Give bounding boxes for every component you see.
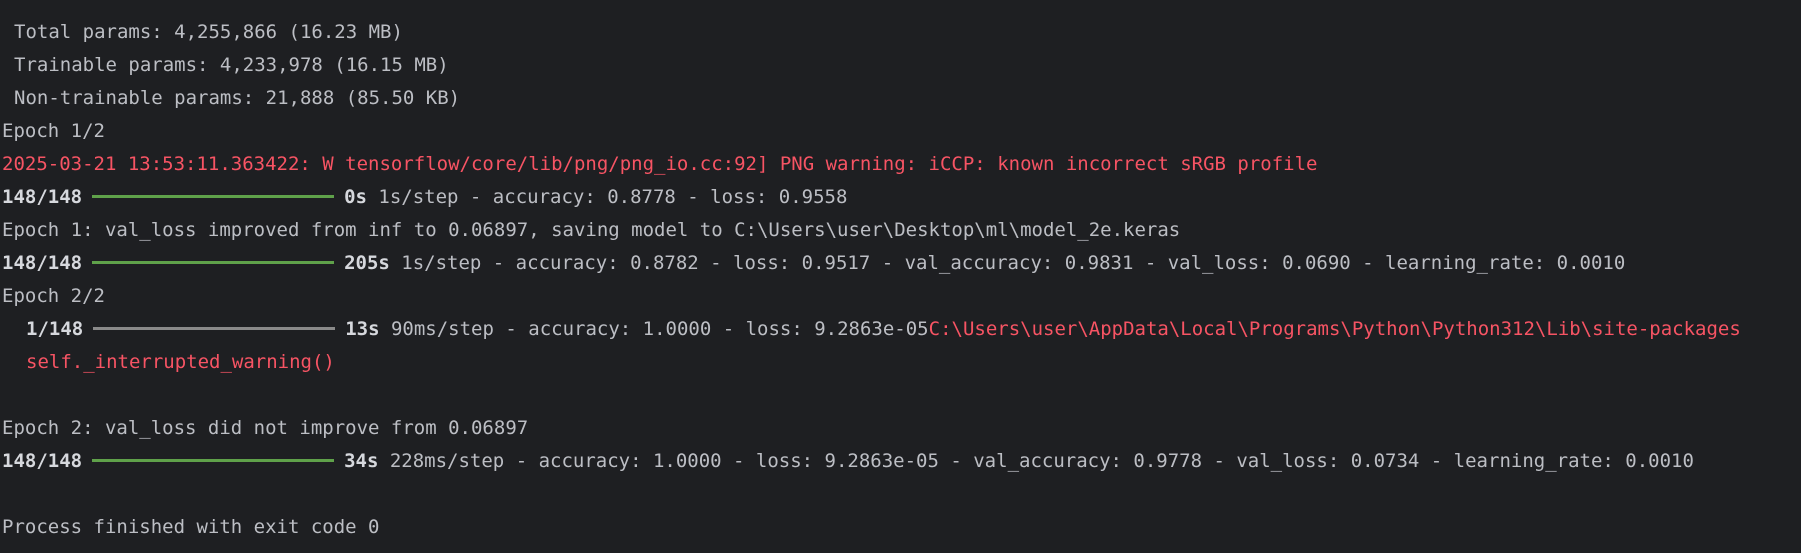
elapsed-time: 0s	[344, 186, 367, 208]
elapsed-time: 13s	[345, 318, 380, 340]
step-counter: 148/148	[2, 252, 83, 274]
epoch-metrics: 1s/step - accuracy: 0.8782 - loss: 0.951…	[401, 252, 1626, 274]
epoch-2-progress-step: 1/148 13s 90ms/step - accuracy: 1.0000 - …	[0, 313, 1801, 346]
epoch-1-checkpoint-line: Epoch 1: val_loss improved from inf to 0…	[2, 219, 1181, 241]
epoch-2-progress-final: 148/148 34s 228ms/step - accuracy: 1.0000…	[0, 445, 1801, 478]
total-params-line: Total params: 4,255,866 (16.23 MB)	[14, 21, 403, 43]
step-counter: 1/148	[26, 318, 84, 340]
epoch-1-progress-step: 148/148 0s 1s/step - accuracy: 0.8778 - l…	[0, 181, 1801, 214]
step-counter: 148/148	[2, 186, 83, 208]
epoch-2-checkpoint-line: Epoch 2: val_loss did not improve from 0…	[2, 417, 529, 439]
elapsed-time: 205s	[344, 252, 390, 274]
exit-message: Process finished with exit code 0	[2, 516, 380, 538]
epoch-2-header: Epoch 2/2	[2, 285, 105, 307]
run-console-output[interactable]: Total params: 4,255,866 (16.23 MB) Train…	[0, 0, 1801, 553]
warning-file-link[interactable]: C:\Users\user\AppData\Local\Programs\Pyt…	[929, 318, 1741, 340]
progress-bar	[92, 459, 335, 462]
non-trainable-params-line: Non-trainable params: 21,888 (85.50 KB)	[14, 87, 461, 109]
trainable-params-line: Trainable params: 4,233,978 (16.15 MB)	[14, 54, 449, 76]
interrupted-warning-line: self._interrupted_warning()	[26, 351, 335, 373]
progress-bar	[93, 327, 336, 330]
elapsed-time: 34s	[344, 450, 379, 472]
epoch-1-header: Epoch 1/2	[2, 120, 105, 142]
progress-bar	[92, 195, 335, 198]
epoch-metrics: 228ms/step - accuracy: 1.0000 - loss: 9.…	[389, 450, 1694, 472]
step-metrics: 1s/step - accuracy: 0.8778 - loss: 0.955…	[378, 186, 848, 208]
step-metrics: 90ms/step - accuracy: 1.0000 - loss: 9.2…	[390, 318, 929, 340]
step-counter: 148/148	[2, 450, 83, 472]
epoch-1-progress-final: 148/148 205s 1s/step - accuracy: 0.8782 -…	[0, 247, 1801, 280]
png-warning-line: 2025-03-21 13:53:11.363422: W tensorflow…	[2, 153, 1318, 175]
progress-bar	[92, 261, 335, 264]
